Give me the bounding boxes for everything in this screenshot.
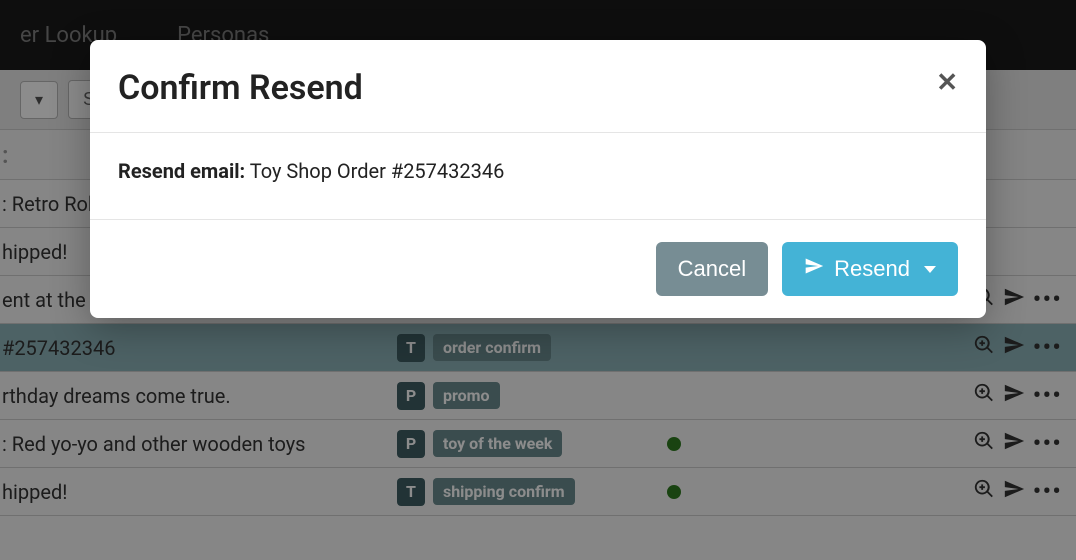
modal-footer: Cancel Resend xyxy=(90,220,986,318)
cancel-button[interactable]: Cancel xyxy=(656,242,768,296)
confirm-resend-modal: Confirm Resend ✕ Resend email: Toy Shop … xyxy=(90,40,986,318)
modal-overlay: Confirm Resend ✕ Resend email: Toy Shop … xyxy=(0,0,1076,560)
modal-body: Resend email: Toy Shop Order #257432346 xyxy=(90,133,986,220)
resend-button[interactable]: Resend xyxy=(782,242,958,296)
resend-button-label: Resend xyxy=(834,256,910,282)
caret-down-icon xyxy=(924,266,936,273)
send-icon xyxy=(804,256,824,282)
close-icon[interactable]: ✕ xyxy=(936,68,958,98)
modal-title: Confirm Resend xyxy=(118,68,363,108)
resend-value: Toy Shop Order #257432346 xyxy=(250,159,505,183)
resend-label: Resend email: xyxy=(118,159,245,183)
